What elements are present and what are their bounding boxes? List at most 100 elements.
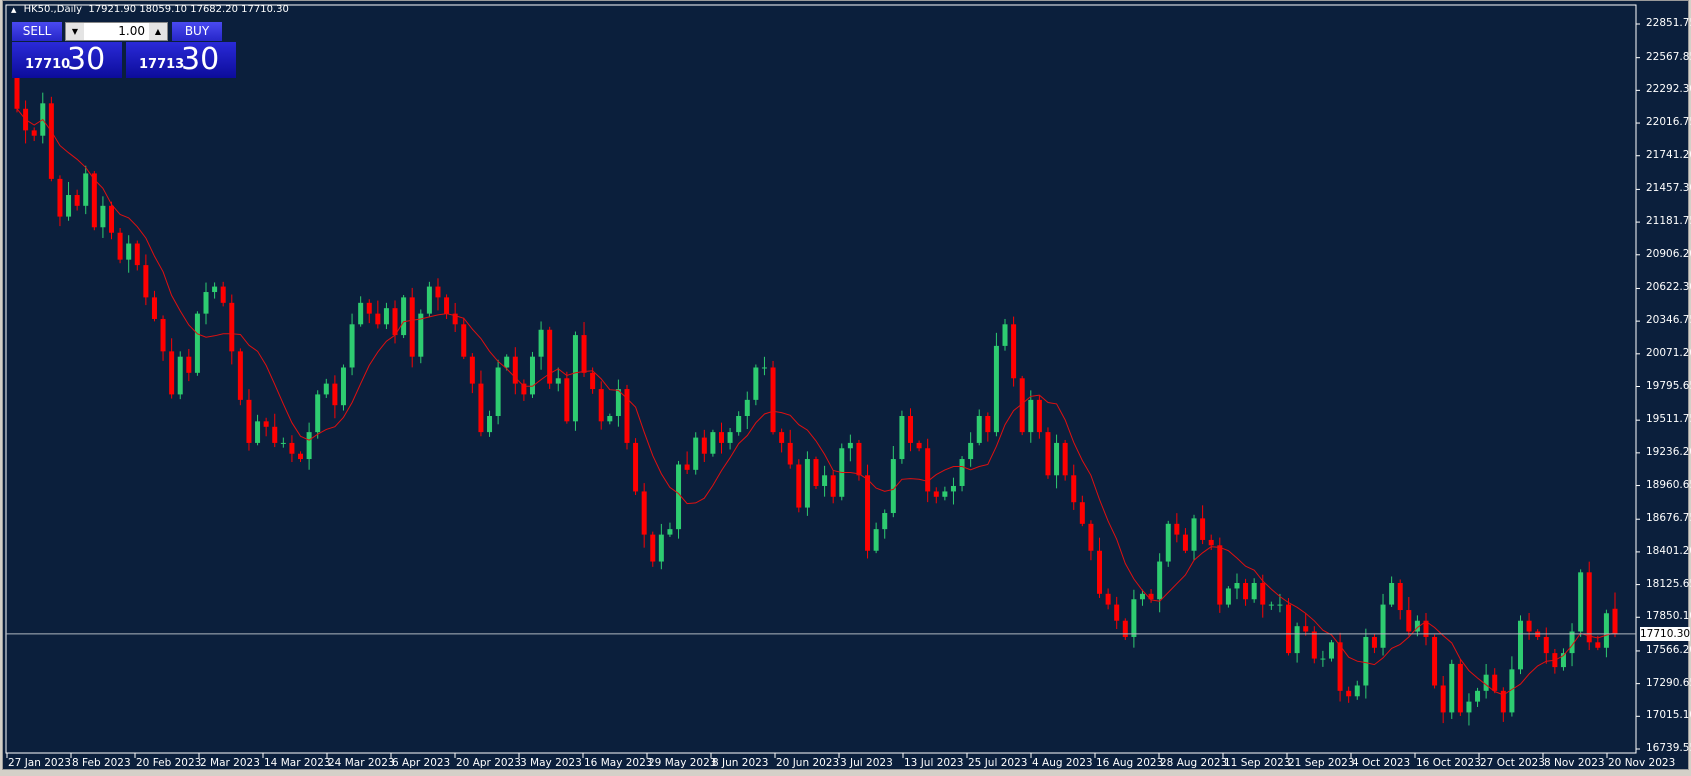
x-tick-label: 8 Feb 2023 [72,757,131,769]
candle [1002,318,1008,351]
bullish-candle-body [66,195,72,217]
candle [607,413,613,425]
candle [1432,634,1438,689]
x-tick-label: 20 Feb 2023 [136,757,202,769]
x-tick-label: 4 Oct 2023 [1352,757,1411,769]
candle [1535,629,1541,640]
bullish-candle-body [615,389,621,416]
bullish-candle-body [487,415,493,433]
bullish-candle-body [1389,583,1395,605]
bullish-candle-body [538,329,544,357]
candle [676,460,682,539]
bullish-candle-body [1603,613,1609,648]
candle [1097,537,1103,598]
bullish-candle-body [993,345,999,433]
candle [409,287,415,368]
candle [916,440,922,452]
bearish-candle-body [31,130,37,136]
candle [1389,576,1395,607]
bearish-candle-body [1612,608,1618,634]
candle [1483,664,1489,699]
bearish-candle-body [1311,631,1317,659]
candle [203,282,209,325]
lot-size-stepper[interactable]: ▼ 1.00 ▲ [65,22,168,41]
bearish-candle-body [1088,523,1094,551]
bearish-candle-body [813,459,819,486]
bullish-candle-body [358,302,364,325]
candle [718,422,724,454]
sell-price-button[interactable]: 17710 30 [12,42,122,78]
bullish-candle-body [968,442,974,460]
current-price-label: 17710.30 [1640,626,1691,641]
buy-price-button[interactable]: 17713 30 [126,42,236,78]
bullish-candle-body [736,415,742,433]
candle [1311,626,1317,664]
y-tick-label: 22567.85 [1646,50,1691,63]
bearish-candle-body [151,297,157,319]
x-tick-label: 8 Nov 2023 [1544,757,1605,769]
bearish-candle-body [169,351,175,395]
bullish-candle-body [942,491,948,497]
candle [1251,578,1257,603]
bearish-candle-body [143,265,149,298]
chevron-up-icon[interactable]: ▲ [149,23,167,40]
candle [993,332,999,437]
candle [478,370,484,437]
bullish-candle-body [100,205,106,228]
y-tick-label: 22016.75 [1646,116,1691,129]
candle [1088,520,1094,561]
bearish-candle-body [1114,604,1120,621]
bearish-candle-body [1097,550,1103,594]
candle [813,456,819,489]
bearish-candle-body [1011,324,1017,379]
candle [555,367,561,392]
candle [332,375,338,419]
candle [366,299,372,324]
y-tick-label: 19236.20 [1646,445,1691,458]
candle [263,417,269,437]
buy-button[interactable]: BUY [172,22,222,41]
candle [1543,627,1549,664]
candle [31,127,37,142]
lot-size-input[interactable]: 1.00 [118,24,145,38]
bearish-candle-body [1200,518,1206,540]
buy-price-pips: 30 [181,42,220,77]
bullish-candle-body [1475,690,1481,702]
candle [1552,648,1558,674]
bullish-candle-body [383,308,389,325]
bearish-candle-body [272,426,278,443]
bearish-candle-body [229,302,235,352]
bearish-candle-body [1595,642,1601,648]
candle [959,456,965,492]
bullish-candle-body [822,475,828,486]
candle [650,531,656,567]
bullish-candle-body [83,173,89,206]
collapse-triangle-icon[interactable]: ▲ [11,6,16,14]
bullish-candle-body [1225,588,1231,605]
candle [1243,578,1249,606]
ohlc-close: 17710.30 [241,4,289,15]
chevron-down-icon[interactable]: ▼ [66,23,84,40]
y-tick-label: 21181.75 [1646,215,1691,228]
bearish-candle-body [109,205,115,233]
bearish-candle-body [796,464,802,508]
candle [641,483,647,548]
bullish-candle-body [873,529,879,551]
bearish-candle-body [641,491,647,535]
sell-button[interactable]: SELL [12,22,62,41]
x-tick-label: 4 Aug 2023 [1032,757,1093,769]
bearish-candle-body [1440,685,1446,713]
chart-window[interactable]: ▲ HK50.,Daily 17921.90 18059.10 17682.20… [2,0,1691,771]
bearish-candle-body [1045,432,1051,476]
candle [212,282,218,299]
bullish-candle-body [1277,604,1283,606]
candle [1071,464,1077,510]
bullish-candle-body [194,313,200,373]
price-chart[interactable] [3,1,1690,771]
bearish-candle-body [1260,583,1266,605]
candle [1217,537,1223,613]
bearish-candle-body [237,351,243,400]
x-tick-label: 21 Sep 2023 [1288,757,1355,769]
candle [633,438,639,495]
candle [48,96,54,182]
